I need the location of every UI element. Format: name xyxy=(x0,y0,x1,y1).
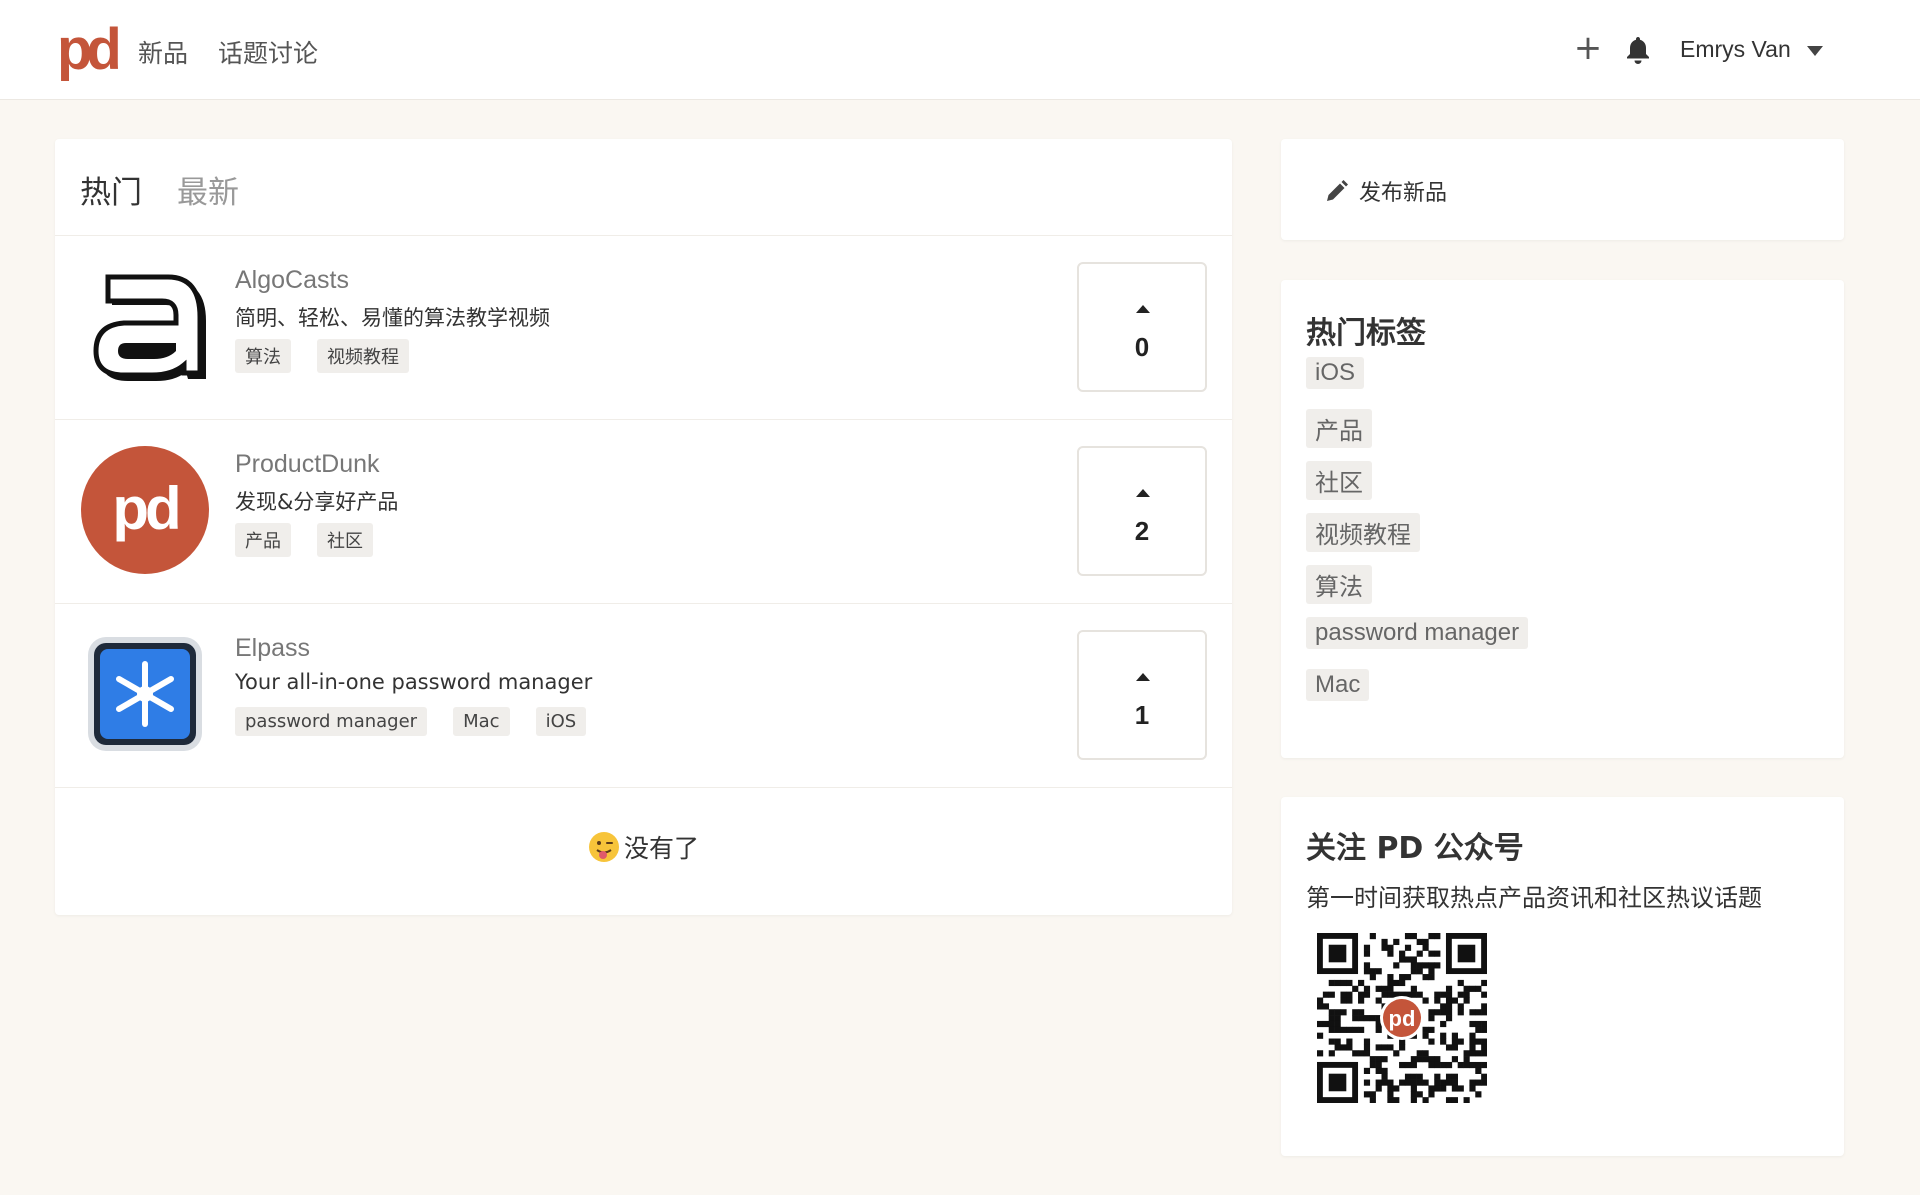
caret-up-icon xyxy=(1136,489,1150,497)
productdunk-icon[interactable]: pd xyxy=(80,445,210,575)
winking-tongue-emoji-icon xyxy=(588,831,620,863)
publish-product-button[interactable]: 发布新品 xyxy=(1359,175,1447,207)
tag-badge[interactable]: password manager xyxy=(235,707,428,736)
product-name[interactable]: AlgoCasts xyxy=(235,266,349,295)
product-tags: 算法 视频教程 xyxy=(235,339,409,373)
product-list-card: 热门 最新 AlgoCasts 简明、轻松、易懂的算法教学视频 算法 视频教程 … xyxy=(55,139,1232,915)
hot-tag[interactable]: 产品 xyxy=(1306,409,1372,448)
vote-count: 0 xyxy=(1134,332,1150,362)
tab-hot[interactable]: 热门 xyxy=(80,167,142,212)
product-description: Your all-in-one password manager xyxy=(235,670,593,694)
svg-text:pd: pd xyxy=(112,475,178,542)
list-tabs: 热门 最新 xyxy=(55,139,1232,236)
tag-badge[interactable]: 视频教程 xyxy=(317,339,409,373)
nav-link-new-products[interactable]: 新品 xyxy=(138,34,188,70)
follow-title: 关注 PD 公众号 xyxy=(1306,831,1524,866)
plus-icon[interactable]: + xyxy=(1573,30,1603,66)
hot-tag[interactable]: password manager xyxy=(1306,617,1529,649)
pencil-icon xyxy=(1323,179,1349,205)
top-navbar: pd 新品 话题讨论 + Emrys Van xyxy=(0,0,1920,100)
user-menu-name[interactable]: Emrys Van xyxy=(1680,36,1791,63)
follow-wechat-card: 关注 PD 公众号 第一时间获取热点产品资讯和社区热议话题 pd xyxy=(1281,797,1844,1156)
upvote-button[interactable]: 1 xyxy=(1077,630,1207,760)
hot-tag[interactable]: Mac xyxy=(1306,669,1370,701)
hot-tags-title: 热门标签 xyxy=(1306,316,1426,351)
bell-icon[interactable] xyxy=(1622,34,1654,66)
tag-badge[interactable]: 社区 xyxy=(317,523,373,557)
upvote-button[interactable]: 2 xyxy=(1077,446,1207,576)
tag-badge[interactable]: iOS xyxy=(535,707,587,736)
tag-badge[interactable]: 算法 xyxy=(235,339,291,373)
product-name[interactable]: Elpass xyxy=(235,634,310,663)
svg-text:pd: pd xyxy=(1389,1006,1416,1031)
product-row[interactable]: AlgoCasts 简明、轻松、易懂的算法教学视频 算法 视频教程 0 xyxy=(55,236,1232,420)
nav-link-topics[interactable]: 话题讨论 xyxy=(218,34,318,70)
follow-subtitle: 第一时间获取热点产品资讯和社区热议话题 xyxy=(1306,884,1762,912)
product-tags: 产品 社区 xyxy=(235,523,373,557)
hot-tag[interactable]: 算法 xyxy=(1306,565,1372,604)
tag-badge[interactable]: Mac xyxy=(453,707,510,736)
upvote-button[interactable]: 0 xyxy=(1077,262,1207,392)
product-row[interactable]: Elpass Your all-in-one password manager … xyxy=(55,604,1232,788)
hot-tags-card: 热门标签 iOS 产品 社区 视频教程 算法 password manager … xyxy=(1281,280,1844,758)
product-description: 发现&分享好产品 xyxy=(235,490,399,514)
product-tags: password manager Mac iOS xyxy=(235,707,587,736)
chevron-down-icon[interactable] xyxy=(1807,46,1823,56)
elpass-icon[interactable] xyxy=(80,629,210,759)
end-of-list-text: 没有了 xyxy=(623,834,699,863)
product-row[interactable]: pd ProductDunk 发现&分享好产品 产品 社区 2 xyxy=(55,420,1232,604)
qr-code-image: pd xyxy=(1317,933,1488,1104)
hot-tag[interactable]: 视频教程 xyxy=(1306,513,1420,552)
tag-badge[interactable]: 产品 xyxy=(235,523,291,557)
hot-tag[interactable]: 社区 xyxy=(1306,461,1372,500)
publish-card[interactable]: 发布新品 xyxy=(1281,139,1844,240)
product-description: 简明、轻松、易懂的算法教学视频 xyxy=(235,306,550,330)
hot-tag[interactable]: iOS xyxy=(1306,357,1365,389)
product-name[interactable]: ProductDunk xyxy=(235,450,380,479)
algocasts-icon[interactable] xyxy=(80,261,210,391)
tab-latest[interactable]: 最新 xyxy=(177,167,239,212)
caret-up-icon xyxy=(1136,305,1150,313)
vote-count: 2 xyxy=(1134,516,1150,546)
caret-up-icon xyxy=(1136,673,1150,681)
vote-count: 1 xyxy=(1134,700,1150,730)
pd-logo[interactable]: pd xyxy=(57,21,122,79)
end-of-list-message: 没有了 xyxy=(55,829,1232,865)
